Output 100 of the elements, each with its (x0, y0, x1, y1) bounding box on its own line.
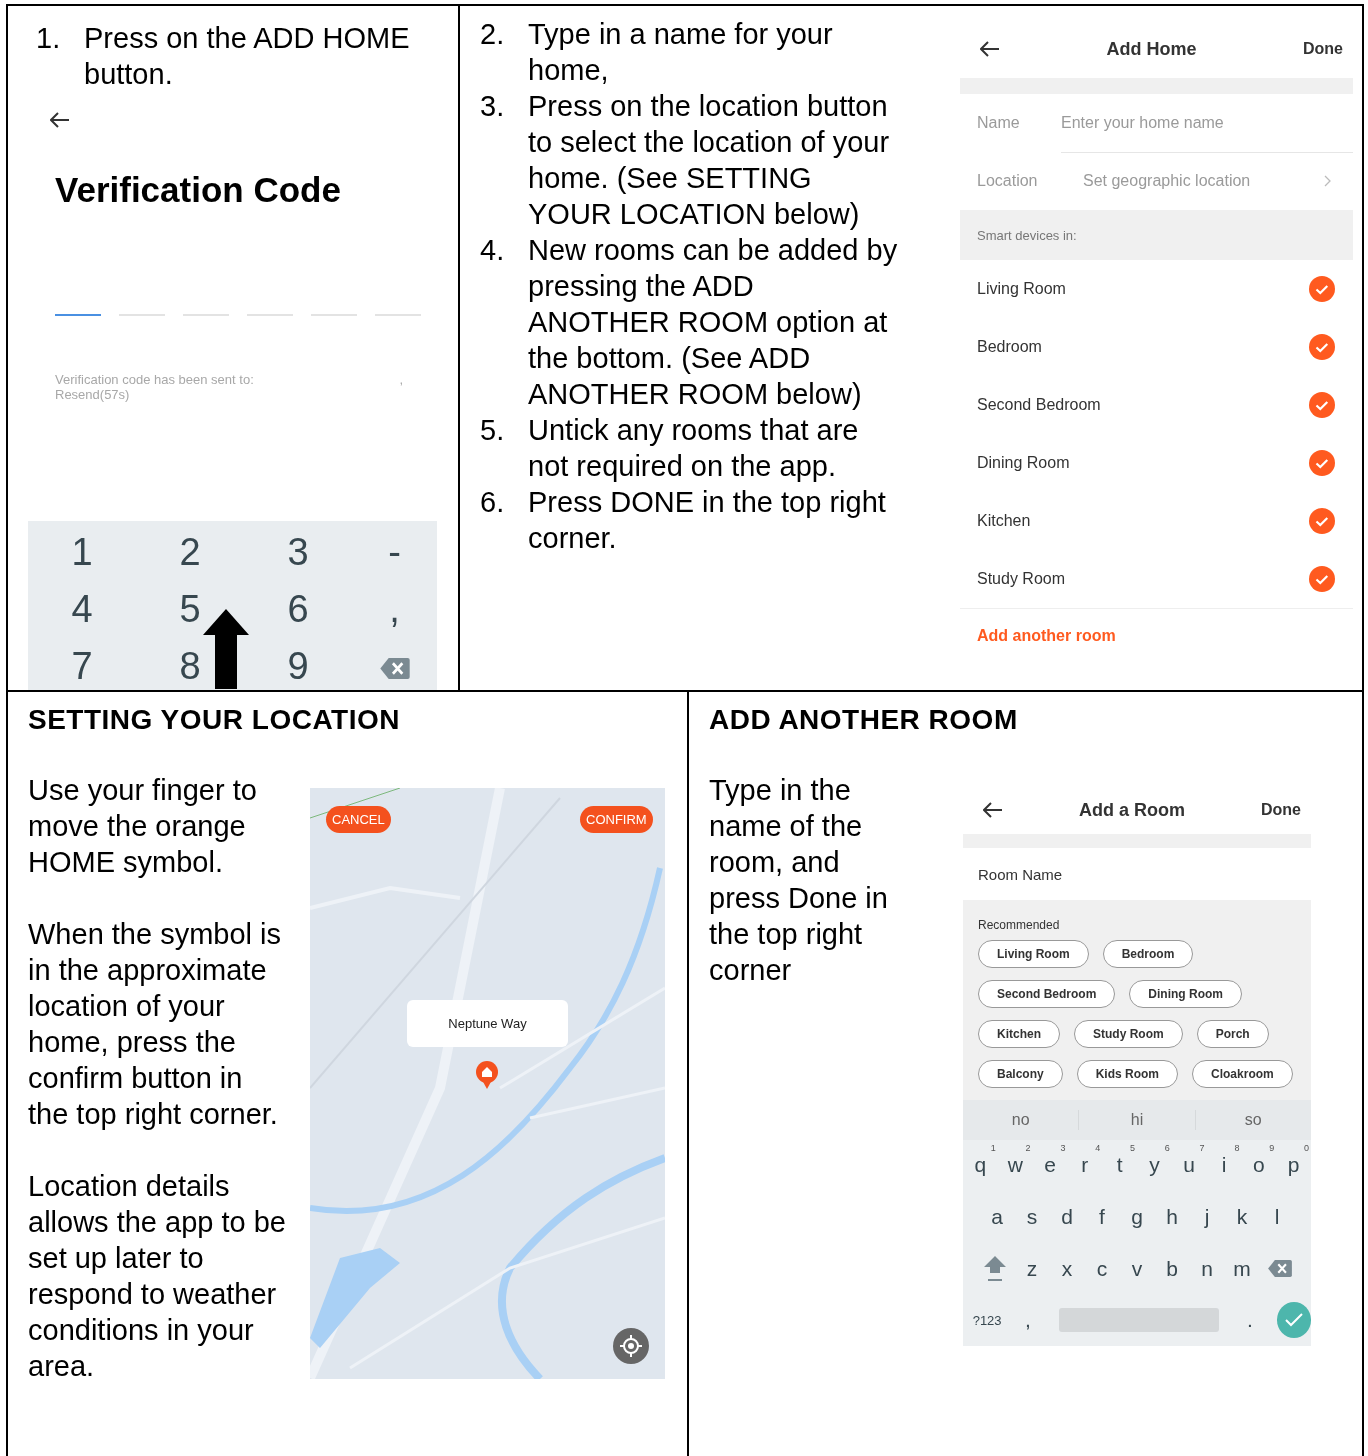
location-value: Set geographic location (1082, 172, 1252, 190)
keyboard-key[interactable]: h (1154, 1205, 1190, 1230)
location-callout: Neptune Way (407, 1000, 568, 1047)
screen-title: Add a Room (1078, 799, 1186, 821)
instruction-text: Use your finger to move the orange HOME symbol. (28, 773, 258, 880)
keyboard-key[interactable]: c (1084, 1256, 1120, 1281)
room-name: Study Room (977, 570, 1066, 588)
checkmark-icon[interactable] (1309, 334, 1335, 360)
key-hint: 9 (1269, 1143, 1275, 1154)
chevron-right-icon (1324, 175, 1331, 187)
keyboard-key[interactable]: m (1224, 1256, 1260, 1281)
room-name: Dining Room (977, 454, 1070, 472)
keyboard-key[interactable]: v (1119, 1256, 1155, 1281)
key-hint: 0 (1303, 1143, 1309, 1154)
room-chip[interactable]: Dining Room (1129, 980, 1242, 1008)
crosshair-icon (620, 1335, 642, 1357)
room-chip[interactable]: Bedroom (1102, 940, 1194, 968)
enter-key[interactable] (1276, 1302, 1311, 1339)
list-number: 6. (480, 485, 506, 520)
room-chip[interactable]: Balcony (978, 1060, 1063, 1088)
keyboard-key[interactable]: f (1084, 1205, 1120, 1230)
map-view[interactable]: CANCEL CONFIRM Neptune Way (310, 788, 665, 1379)
keypad-key[interactable]: , (389, 587, 400, 630)
list-number: 5. (480, 413, 506, 448)
back-arrow-icon[interactable] (980, 41, 1000, 57)
screen-title: Verification Code (55, 170, 342, 210)
keypad-key[interactable]: 1 (71, 530, 93, 573)
suggestion-word[interactable]: hi (1079, 1109, 1196, 1130)
done-button[interactable]: Done (1261, 801, 1301, 819)
pointer-arrow-icon (203, 609, 249, 689)
key-hint: 8 (1234, 1143, 1240, 1154)
keyboard-key[interactable]: k (1224, 1205, 1260, 1230)
list-number: 2. (480, 17, 506, 52)
step-text: Press on the ADD HOME button. (84, 21, 411, 92)
keypad-key[interactable]: 9 (287, 644, 309, 687)
checkmark-icon[interactable] (1309, 508, 1335, 534)
section-label: Smart devices in: (977, 227, 1077, 243)
back-arrow-icon[interactable] (50, 112, 70, 128)
room-chip[interactable]: Kitchen (978, 1020, 1060, 1048)
checkmark-icon[interactable] (1309, 566, 1335, 592)
room-chip[interactable]: Porch (1196, 1020, 1269, 1048)
key-hint: 1 (990, 1143, 996, 1154)
keypad-key[interactable]: 4 (71, 587, 93, 630)
backspace-icon[interactable] (1267, 1260, 1292, 1278)
step-text: Type in a name for your home, (528, 17, 834, 88)
keypad-key[interactable]: 7 (71, 644, 93, 687)
keyboard-key[interactable]: . (1233, 1308, 1267, 1333)
key-hint: 5 (1130, 1143, 1135, 1154)
instruction-text: When the symbol is in the approximate location of your home, press the confirm button in the top right corner. (28, 917, 283, 1132)
keyboard-key[interactable]: , (1011, 1308, 1045, 1333)
keyboard-key[interactable]: n (1189, 1256, 1225, 1281)
step-text: Untick any rooms that are not required on the app. (528, 413, 860, 484)
key-hint: 3 (1060, 1143, 1066, 1154)
backspace-icon[interactable] (379, 657, 410, 679)
keyboard-key[interactable]: s (1014, 1205, 1050, 1230)
room-name: Second Bedroom (977, 396, 1101, 414)
checkmark-icon (1284, 1313, 1303, 1328)
checkmark-icon[interactable] (1309, 392, 1335, 418)
keypad-key[interactable]: 5 (179, 587, 201, 630)
step-text: New rooms can be added by pressing the ADD ANOTHER ROOM option at the bottom. (See ADD ANOTHER ROOM below) (528, 233, 899, 412)
keypad-key[interactable]: 8 (179, 644, 201, 687)
symbols-key[interactable]: ?123 (963, 1311, 1012, 1329)
home-name-field[interactable]: Enter your home name (1061, 93, 1353, 153)
room-chip[interactable]: Kids Room (1076, 1060, 1179, 1088)
list-number: 3. (480, 89, 506, 124)
room-chip[interactable]: Living Room (978, 940, 1089, 968)
keyboard-key[interactable]: j (1189, 1205, 1225, 1230)
keyboard-key[interactable]: z (1014, 1256, 1050, 1281)
keypad-key[interactable]: 3 (287, 530, 309, 573)
room-chip[interactable]: Study Room (1074, 1020, 1183, 1048)
keypad-key[interactable]: - (388, 530, 401, 573)
keyboard-key[interactable]: a (979, 1205, 1015, 1230)
keypad-key[interactable]: 2 (179, 530, 201, 573)
suggestion-word[interactable]: so (1195, 1109, 1311, 1130)
room-chip[interactable]: Second Bedroom (978, 980, 1116, 1008)
room-chip[interactable]: Cloakroom (1192, 1060, 1293, 1088)
keyboard-key[interactable]: x (1049, 1256, 1085, 1281)
shift-icon[interactable] (983, 1255, 1006, 1282)
keyboard-key[interactable]: d (1049, 1205, 1085, 1230)
keyboard-key[interactable]: b (1154, 1256, 1190, 1281)
key-hint: 7 (1199, 1143, 1205, 1154)
checkmark-icon[interactable] (1309, 276, 1335, 302)
keyboard-key[interactable]: g (1119, 1205, 1155, 1230)
field-label: Location (976, 172, 1039, 190)
my-location-button[interactable] (613, 1328, 649, 1364)
done-button[interactable]: Done (1303, 40, 1343, 58)
screen-title: Add Home (1105, 38, 1198, 60)
room-name: Kitchen (977, 512, 1031, 530)
keypad-key[interactable]: 6 (287, 587, 309, 630)
back-arrow-icon[interactable] (983, 802, 1003, 818)
list-number: 4. (480, 233, 506, 268)
section-label: Recommended (978, 918, 1061, 932)
keyboard-key[interactable]: l (1259, 1205, 1295, 1230)
section-heading: ADD ANOTHER ROOM (709, 704, 1019, 736)
suggestion-word[interactable]: no (963, 1109, 1080, 1130)
home-pin-icon[interactable] (476, 1061, 498, 1089)
message-tail: , (399, 372, 403, 387)
checkmark-icon[interactable] (1309, 450, 1335, 476)
room-name: Living Room (977, 280, 1066, 298)
sent-message: Verification code has been sent to: (55, 372, 254, 387)
